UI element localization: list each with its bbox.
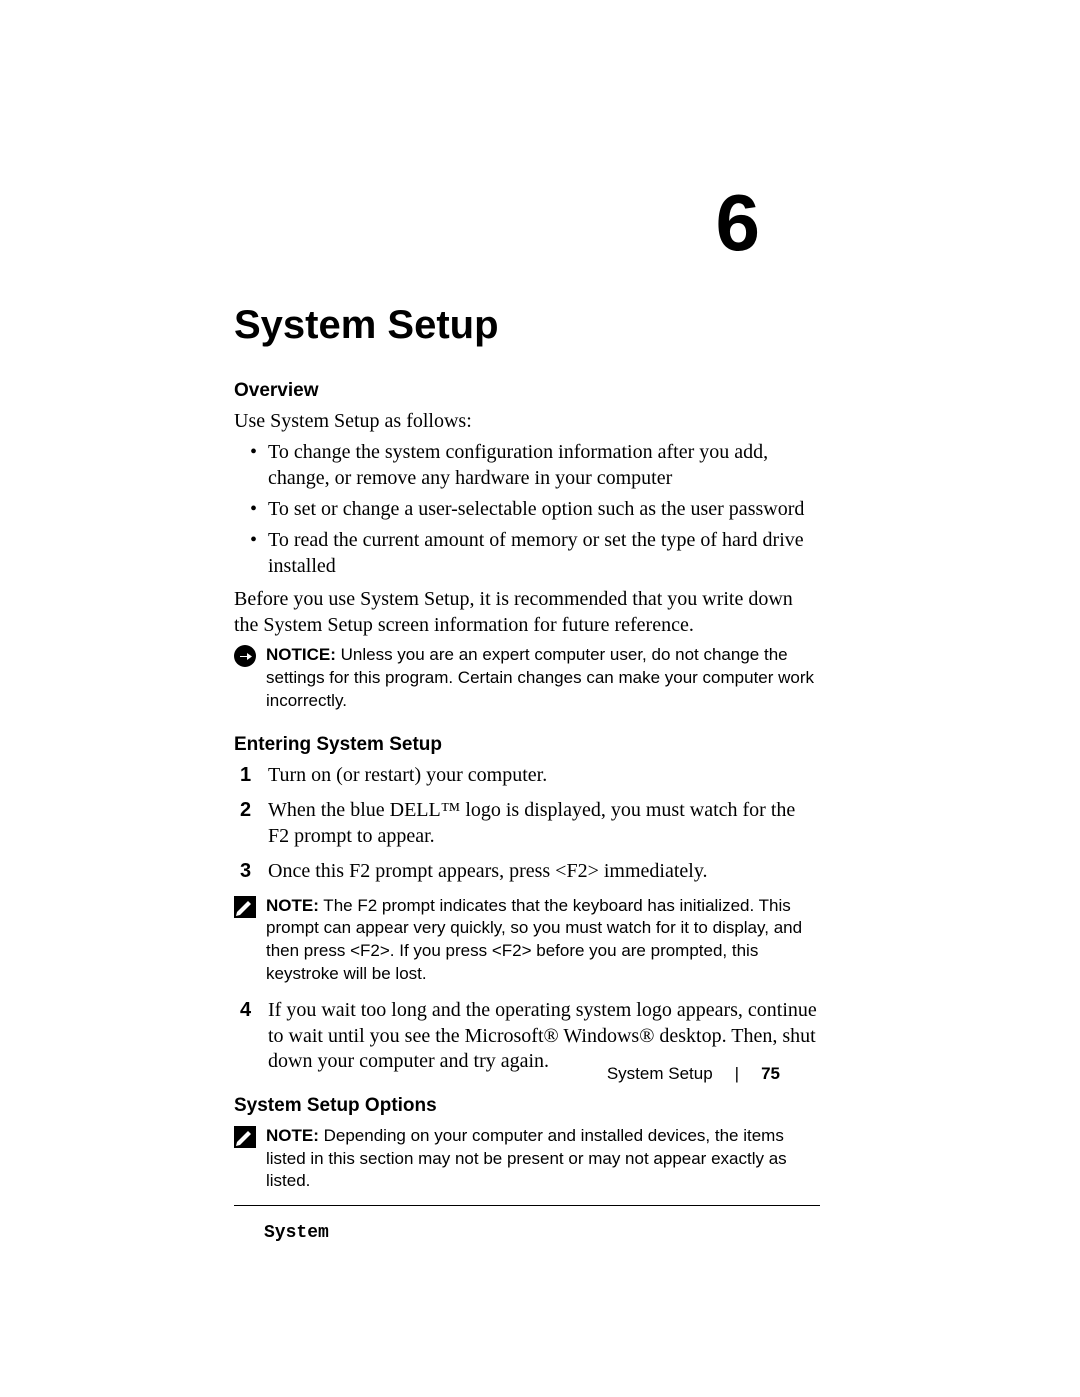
note-text: NOTE: The F2 prompt indicates that the k… [266, 895, 820, 987]
entering-steps: 1Turn on (or restart) your computer. 2Wh… [234, 763, 820, 885]
list-item: To read the current amount of memory or … [234, 528, 820, 579]
page-number: 75 [761, 1063, 780, 1085]
list-item: 3Once this F2 prompt appears, press <F2>… [234, 859, 820, 884]
step-text: When the blue DELL™ logo is displayed, y… [268, 799, 795, 846]
section-heading-overview: Overview [234, 379, 820, 403]
step-text: Turn on (or restart) your computer. [268, 764, 547, 786]
note-callout-options: NOTE: Depending on your computer and ins… [234, 1125, 820, 1194]
note-callout: NOTE: The F2 prompt indicates that the k… [234, 895, 820, 987]
list-item: To change the system configuration infor… [234, 440, 820, 491]
footer-separator: | [735, 1063, 739, 1085]
list-item: To set or change a user-selectable optio… [234, 497, 820, 522]
page-title: System Setup [234, 300, 820, 351]
note-body: Depending on your computer and installed… [266, 1126, 787, 1191]
note-icon [234, 1126, 258, 1155]
overview-bullets: To change the system configuration infor… [234, 440, 820, 579]
list-item: 2When the blue DELL™ logo is displayed, … [234, 798, 820, 849]
note-body: The F2 prompt indicates that the keyboar… [266, 896, 802, 984]
notice-lead: NOTICE: [266, 645, 336, 664]
overview-intro: Use System Setup as follows: [234, 409, 820, 434]
page-footer: System Setup | 75 [607, 1063, 780, 1085]
step-text: If you wait too long and the operating s… [268, 999, 817, 1072]
note-lead: NOTE: [266, 1126, 319, 1145]
step-text: Once this F2 prompt appears, press <F2> … [268, 860, 708, 882]
options-table: System [234, 1205, 820, 1245]
note-lead: NOTE: [266, 896, 319, 915]
section-heading-entering: Entering System Setup [234, 733, 820, 757]
footer-label: System Setup [607, 1063, 713, 1085]
chapter-number: 6 [716, 172, 761, 274]
notice-icon [234, 645, 258, 674]
note-text: NOTE: Depending on your computer and ins… [266, 1125, 820, 1194]
notice-callout: NOTICE: Unless you are an expert compute… [234, 644, 820, 713]
notice-text: NOTICE: Unless you are an expert compute… [266, 644, 820, 713]
section-heading-options: System Setup Options [234, 1094, 820, 1118]
options-table-title: System [234, 1222, 820, 1245]
notice-body: Unless you are an expert computer user, … [266, 645, 814, 710]
overview-after: Before you use System Setup, it is recom… [234, 587, 820, 638]
document-page: 6 System Setup Overview Use System Setup… [0, 0, 1080, 1397]
list-item: 1Turn on (or restart) your computer. [234, 763, 820, 788]
note-icon [234, 896, 258, 925]
